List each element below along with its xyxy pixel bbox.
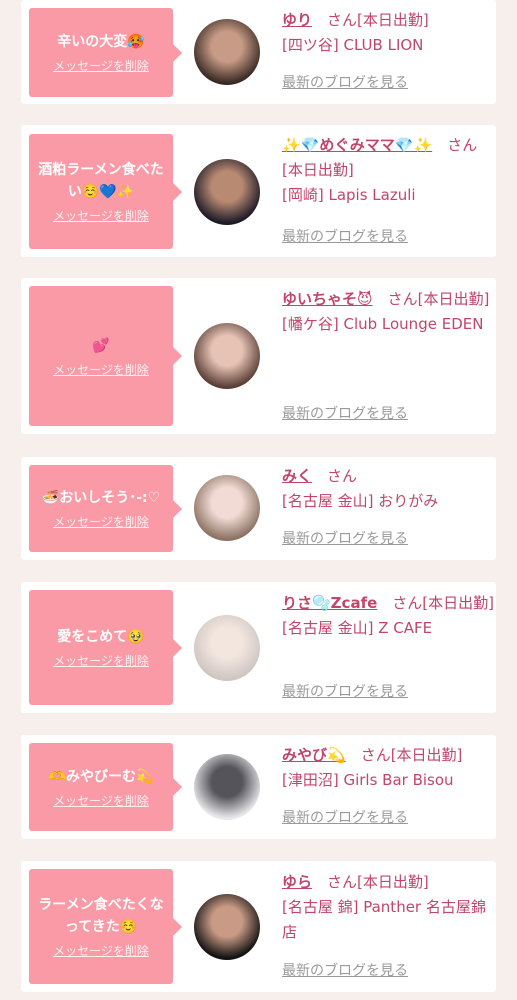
view-latest-blog-link[interactable]: 最新のブログを見る (282, 404, 408, 424)
cast-info: りさ🫧Zcafe さん[本日出勤] [名古屋 金山] Z CAFE (282, 591, 494, 641)
cast-info: ゆいちゃそ😈 さん[本日出勤] [幡ケ谷] Club Lounge EDEN (282, 287, 494, 337)
cast-name-link[interactable]: みやび💫 (282, 746, 346, 764)
message-text: 🫶みやびーむ💫 (48, 768, 154, 785)
cast-info: ゆり さん[本日出勤] [四ツ谷] CLUB LION (282, 8, 494, 58)
shop-name: [幡ケ谷] Club Lounge EDEN (282, 315, 484, 333)
attendance-status: さん[本日出勤] (387, 290, 490, 308)
view-latest-blog-link[interactable]: 最新のブログを見る (282, 227, 408, 247)
view-latest-blog-link[interactable]: 最新のブログを見る (282, 529, 408, 549)
cast-name-link[interactable]: りさ🫧Zcafe (282, 594, 377, 612)
message-card: ラーメン食べたくなってきた☺️ メッセージを削除 ゆら さん[本日出勤] [名古… (21, 861, 496, 992)
delete-message-link[interactable]: メッセージを削除 (53, 943, 149, 959)
message-text: 💕 (92, 337, 110, 354)
shop-name: [名古屋 金山] おりがみ (282, 492, 439, 510)
avatar[interactable] (194, 475, 260, 541)
cast-name-link[interactable]: ✨💎めぐみママ💎✨ (282, 136, 432, 154)
shop-name: [四ツ谷] CLUB LION (282, 36, 424, 54)
message-text: 酒粕ラーメン食べたい☺️💙✨ (38, 162, 164, 200)
delete-message-link[interactable]: メッセージを削除 (53, 362, 149, 378)
message-card: 💕 メッセージを削除 ゆいちゃそ😈 さん[本日出勤] [幡ケ谷] Club Lo… (21, 278, 496, 434)
cast-name-link[interactable]: みく (282, 467, 312, 485)
delete-message-link[interactable]: メッセージを削除 (53, 653, 149, 669)
delete-message-link[interactable]: メッセージを削除 (53, 208, 149, 224)
shop-name: [名古屋 金山] Z CAFE (282, 619, 433, 637)
avatar[interactable] (194, 323, 260, 389)
view-latest-blog-link[interactable]: 最新のブログを見る (282, 73, 408, 93)
shop-name: [名古屋 錦] Panther 名古屋錦店 (282, 898, 486, 941)
message-card: 🫶みやびーむ💫 メッセージを削除 みやび💫 さん[本日出勤] [津田沼] Gir… (21, 735, 496, 839)
message-text: 🍜おいしそう･-:♡ (41, 490, 161, 506)
delete-message-link[interactable]: メッセージを削除 (53, 793, 149, 809)
message-bubble: 🍜おいしそう･-:♡ メッセージを削除 (29, 465, 182, 552)
shop-name: [津田沼] Girls Bar Bisou (282, 771, 454, 789)
cast-info: みやび💫 さん[本日出勤] [津田沼] Girls Bar Bisou (282, 743, 494, 793)
cast-info: みく さん [名古屋 金山] おりがみ (282, 464, 494, 514)
delete-message-link[interactable]: メッセージを削除 (53, 514, 149, 530)
message-text: 辛いの大変🥵 (57, 34, 145, 50)
cast-info: ゆら さん[本日出勤] [名古屋 錦] Panther 名古屋錦店 (282, 870, 494, 945)
message-card: 辛いの大変🥵 メッセージを削除 ゆり さん[本日出勤] [四ツ谷] CLUB L… (21, 0, 496, 104)
message-card: 🍜おいしそう･-:♡ メッセージを削除 みく さん [名古屋 金山] おりがみ … (21, 457, 496, 560)
avatar[interactable] (194, 894, 260, 960)
avatar[interactable] (194, 159, 260, 225)
cast-name-link[interactable]: ゆいちゃそ😈 (282, 290, 373, 308)
view-latest-blog-link[interactable]: 最新のブログを見る (282, 808, 408, 828)
cast-name-link[interactable]: ゆら (282, 873, 312, 891)
message-bubble: 🫶みやびーむ💫 メッセージを削除 (29, 743, 182, 831)
avatar[interactable] (194, 19, 260, 85)
attendance-status: さん[本日出勤] (360, 746, 463, 764)
cast-info: ✨💎めぐみママ💎✨ さん[本日出勤] [岡崎] Lapis Lazuli (282, 133, 494, 208)
shop-name: [岡崎] Lapis Lazuli (282, 186, 416, 204)
message-bubble: ラーメン食べたくなってきた☺️ メッセージを削除 (29, 869, 182, 984)
message-text: 愛をこめて🥹 (57, 629, 145, 645)
attendance-status: さん[本日出勤] (392, 594, 495, 612)
view-latest-blog-link[interactable]: 最新のブログを見る (282, 961, 408, 981)
attendance-status: さん[本日出勤] (327, 11, 429, 29)
message-card: 酒粕ラーメン食べたい☺️💙✨ メッセージを削除 ✨💎めぐみママ💎✨ さん[本日出… (21, 125, 496, 257)
message-bubble: 💕 メッセージを削除 (29, 286, 182, 426)
message-card: 愛をこめて🥹 メッセージを削除 りさ🫧Zcafe さん[本日出勤] [名古屋 金… (21, 582, 496, 713)
message-bubble: 愛をこめて🥹 メッセージを削除 (29, 590, 182, 705)
avatar[interactable] (194, 754, 260, 820)
view-latest-blog-link[interactable]: 最新のブログを見る (282, 682, 408, 702)
message-list: 辛いの大変🥵 メッセージを削除 ゆり さん[本日出勤] [四ツ谷] CLUB L… (0, 0, 517, 1000)
avatar[interactable] (194, 615, 260, 681)
attendance-status: さん[本日出勤] (327, 873, 429, 891)
delete-message-link[interactable]: メッセージを削除 (53, 58, 149, 74)
cast-name-link[interactable]: ゆり (282, 11, 312, 29)
message-bubble: 辛いの大変🥵 メッセージを削除 (29, 8, 182, 97)
message-bubble: 酒粕ラーメン食べたい☺️💙✨ メッセージを削除 (29, 134, 182, 249)
message-text: ラーメン食べたくなってきた☺️ (38, 897, 164, 935)
attendance-status: さん (327, 467, 358, 485)
